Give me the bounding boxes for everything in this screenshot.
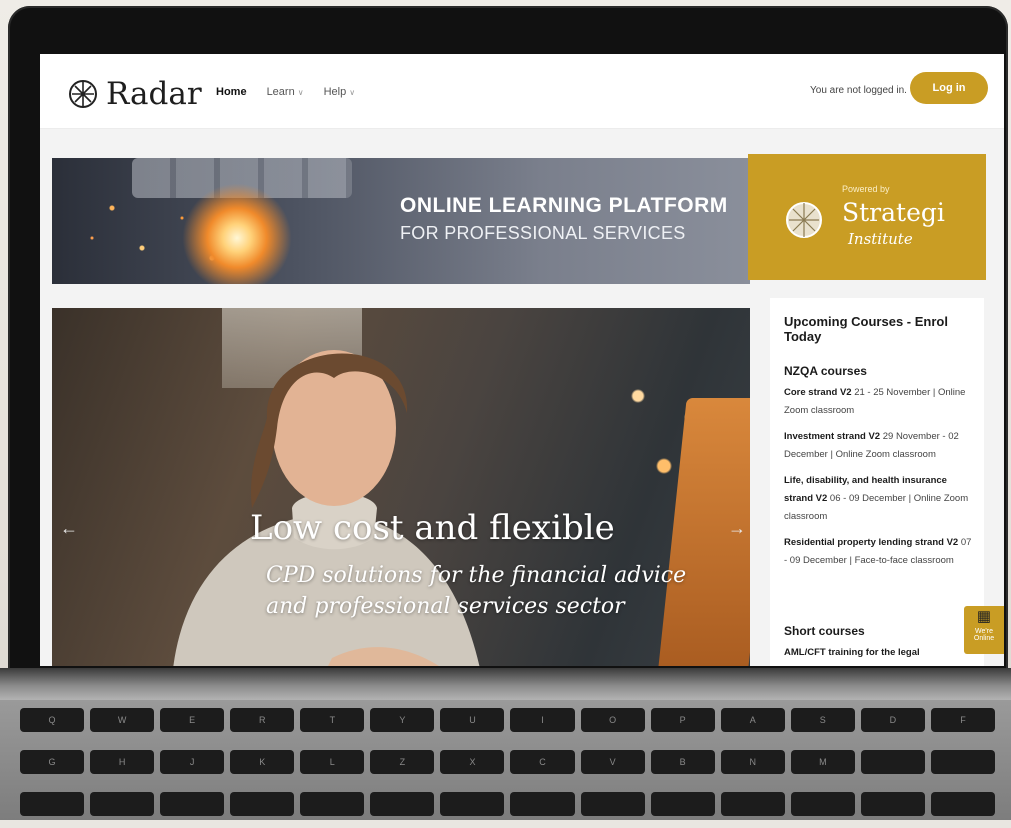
keyboard-key [20,792,85,816]
keyboard-key: Z [370,750,435,774]
hero-subtitle: CPD solutions for the financial advice a… [266,563,687,619]
keyboard-key [650,792,715,816]
banner-subtitle: FOR PROFESSIONAL SERVICES [400,223,686,243]
keyboard-key: S [790,708,855,732]
laptop-keyboard: QWERTYUIOPASDF GHJKLZXCVBNM [0,700,1011,820]
keyboard-key: R [230,708,295,732]
upcoming-courses-panel: Upcoming Courses - Enrol Today NZQA cour… [770,298,984,666]
course-item[interactable]: Residential property lending strand V2 0… [784,534,974,570]
keyboard-key: Y [370,708,435,732]
keyboard-key: B [650,750,715,774]
nav-help[interactable]: Help ∨ [324,86,355,98]
powered-by-label: Powered by [842,184,890,194]
keyboard-key [440,792,505,816]
platform-banner: ONLINE LEARNING PLATFORM FOR PROFESSIONA… [52,158,750,284]
keyboard-key: X [440,750,505,774]
nav-home[interactable]: Home [216,86,247,98]
globe-icon [69,80,97,108]
keyboard-key: A [720,708,785,732]
keyboard-key: M [790,750,855,774]
keyboard-key [90,792,155,816]
hero-carousel: ← → Low cost and flexible CPD solutions … [52,308,750,666]
keyboard-key: K [230,750,295,774]
keyboard-key: T [300,708,365,732]
browser-viewport: Radar Home Learn ∨ Help ∨ You are not logg… [40,54,1004,666]
keyboard-key [860,792,925,816]
keyboard-key: G [20,750,85,774]
keyboard-key: F [930,708,995,732]
login-button[interactable]: Log in [910,72,988,104]
course-name: Investment strand V2 [784,431,881,442]
partner-subtitle: Institute [848,230,913,248]
keyboard-key: J [160,750,225,774]
keyboard-key: W [90,708,155,732]
lightbulb-image [182,183,292,284]
keyboard-key [510,792,575,816]
keyboard-key: N [720,750,785,774]
keyboard-key: P [650,708,715,732]
keyboard-key [580,792,645,816]
laptop-lid: Radar Home Learn ∨ Help ∨ You are not logg… [8,6,1008,696]
nav-learn[interactable]: Learn ∨ [267,86,304,98]
keyboard-key: H [90,750,155,774]
keyboard-key [300,792,365,816]
login-status: You are not logged in. [810,85,907,96]
keyboard-key [370,792,435,816]
keyboard-key: O [580,708,645,732]
nzqa-heading: NZQA courses [784,364,867,378]
keyboard-key [720,792,785,816]
logo-text: Radar [106,76,202,112]
course-name: Core strand V2 [784,387,852,398]
keyboard-key [930,750,995,774]
keyboard-key [930,792,995,816]
keyboard-key [790,792,855,816]
carousel-prev-arrow[interactable]: ← [60,518,78,539]
panel-heading: Upcoming Courses - Enrol Today [784,314,948,344]
key-grid: QWERTYUIOPASDF GHJKLZXCVBNM [20,708,995,828]
partner-globe-icon [786,202,822,238]
course-name: Residential property lending strand V2 [784,537,959,548]
course-item[interactable]: Life, disability, and health insurance s… [784,472,974,526]
nav-help-label: Help [323,86,347,98]
keyboard-key [860,750,925,774]
keyboard-key: E [160,708,225,732]
keyboard-key [230,792,295,816]
nav-learn-label: Learn [266,86,295,98]
course-name: AML/CFT training for the legal [784,647,920,658]
keyboard-key: D [860,708,925,732]
carousel-next-arrow[interactable]: → [728,518,746,539]
keyboard-key: V [580,750,645,774]
course-item[interactable]: Core strand V2 21 - 25 November | Online… [784,384,974,420]
keyboard-key: I [510,708,575,732]
chat-label: We're Online [973,628,995,642]
site-header: Radar Home Learn ∨ Help ∨ You are not logg… [40,54,1004,129]
short-courses-heading: Short courses [784,624,865,638]
main-nav: Home Learn ∨ Help ∨ [216,86,355,98]
course-item[interactable]: AML/CFT training for the legal [784,644,974,662]
keyboard-key [160,792,225,816]
course-item[interactable]: Investment strand V2 29 November - 02 De… [784,428,974,464]
site-logo[interactable]: Radar [68,76,202,112]
banner-title: ONLINE LEARNING PLATFORM [400,194,728,217]
keyboard-key: L [300,750,365,774]
keyboard-key: C [510,750,575,774]
keyboard-key: U [440,708,505,732]
partner-name: Strategi [842,198,945,227]
chat-widget[interactable]: ▦ We're Online [964,606,1004,654]
hero-title: Low cost and flexible [250,508,615,548]
chevron-down-icon: ∨ [297,88,304,97]
partner-badge[interactable]: Powered by Strategi Institute [748,154,986,280]
keyboard-key: Q [20,708,85,732]
chat-bubble-icon: ▦ [976,608,992,625]
chevron-down-icon: ∨ [349,88,356,97]
